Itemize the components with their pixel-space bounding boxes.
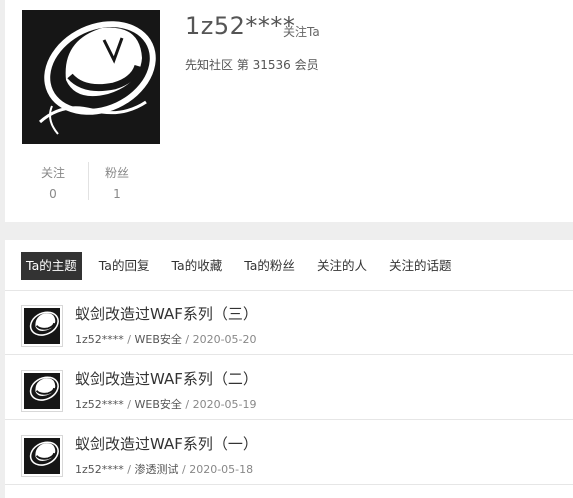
fedora-hat-avatar-icon: [22, 10, 160, 144]
follow-button[interactable]: 关注Ta: [283, 23, 320, 40]
topic-title[interactable]: 蚁剑改造过WAF系列（三）: [75, 303, 258, 324]
tab-topics[interactable]: Ta的主题: [21, 252, 82, 280]
tab-bar: Ta的主题 Ta的回复 Ta的收藏 Ta的粉丝 关注的人 关注的话题: [21, 252, 468, 280]
author-avatar[interactable]: [21, 435, 63, 477]
tab-fans[interactable]: Ta的粉丝: [239, 252, 300, 280]
meta-separator: /: [127, 463, 131, 476]
topic-author[interactable]: 1z52****: [75, 333, 124, 346]
topic-row[interactable]: 蚁剑改造过WAF系列（三） 1z52**** / WEB安全 / 2020-05…: [5, 291, 573, 355]
topic-category[interactable]: 渗透测试: [135, 463, 179, 476]
stat-label: 关注: [40, 166, 65, 180]
username: 1z52****: [185, 12, 296, 40]
topic-meta: 1z52**** / 渗透测试 / 2020-05-18: [75, 461, 253, 477]
meta-separator: /: [185, 398, 190, 411]
meta-separator: /: [127, 333, 131, 346]
fedora-hat-avatar-icon: [24, 438, 60, 474]
topic-row[interactable]: 蚁剑改造过WAF系列（二） 1z52**** / WEB安全 / 2020-05…: [5, 356, 573, 420]
stat-following[interactable]: 关注 0: [23, 164, 83, 201]
tab-followed-topics[interactable]: 关注的话题: [384, 252, 457, 280]
topic-title[interactable]: 蚁剑改造过WAF系列（二）: [75, 368, 258, 389]
topic-category[interactable]: WEB安全: [135, 398, 182, 411]
tab-replies[interactable]: Ta的回复: [94, 252, 155, 280]
meta-separator: /: [182, 463, 186, 476]
user-avatar[interactable]: [22, 10, 160, 144]
fedora-hat-avatar-icon: [24, 308, 60, 344]
stat-followers[interactable]: 粉丝 1: [87, 164, 147, 201]
profile-card: 1z52**** 关注Ta 先知社区 第 31536 会员 关注 0 粉丝 1: [5, 0, 573, 222]
topic-date: 2020-05-19: [192, 398, 257, 411]
topic-row[interactable]: 蚁剑改造过WAF系列（一） 1z52**** / 渗透测试 / 2020-05-…: [5, 421, 573, 485]
tab-following[interactable]: 关注的人: [312, 252, 372, 280]
author-avatar[interactable]: [21, 370, 63, 412]
meta-separator: /: [185, 333, 190, 346]
topic-meta: 1z52**** / WEB安全 / 2020-05-19: [75, 396, 257, 412]
topics-card: Ta的主题 Ta的回复 Ta的收藏 Ta的粉丝 关注的人 关注的话题 蚁剑改造过…: [5, 240, 573, 498]
fedora-hat-avatar-icon: [24, 373, 60, 409]
meta-separator: /: [127, 398, 131, 411]
tab-favorites[interactable]: Ta的收藏: [166, 252, 227, 280]
topic-meta: 1z52**** / WEB安全 / 2020-05-20: [75, 331, 257, 347]
topic-title[interactable]: 蚁剑改造过WAF系列（一）: [75, 433, 258, 454]
stat-label: 粉丝: [104, 166, 129, 180]
author-avatar[interactable]: [21, 305, 63, 347]
member-rank: 先知社区 第 31536 会员: [185, 58, 319, 72]
topic-date: 2020-05-18: [189, 463, 254, 476]
topic-author[interactable]: 1z52****: [75, 463, 124, 476]
stat-value: 0: [49, 187, 57, 201]
topic-category[interactable]: WEB安全: [135, 333, 182, 346]
topic-author[interactable]: 1z52****: [75, 398, 124, 411]
stat-value: 1: [113, 187, 121, 201]
topic-date: 2020-05-20: [192, 333, 257, 346]
